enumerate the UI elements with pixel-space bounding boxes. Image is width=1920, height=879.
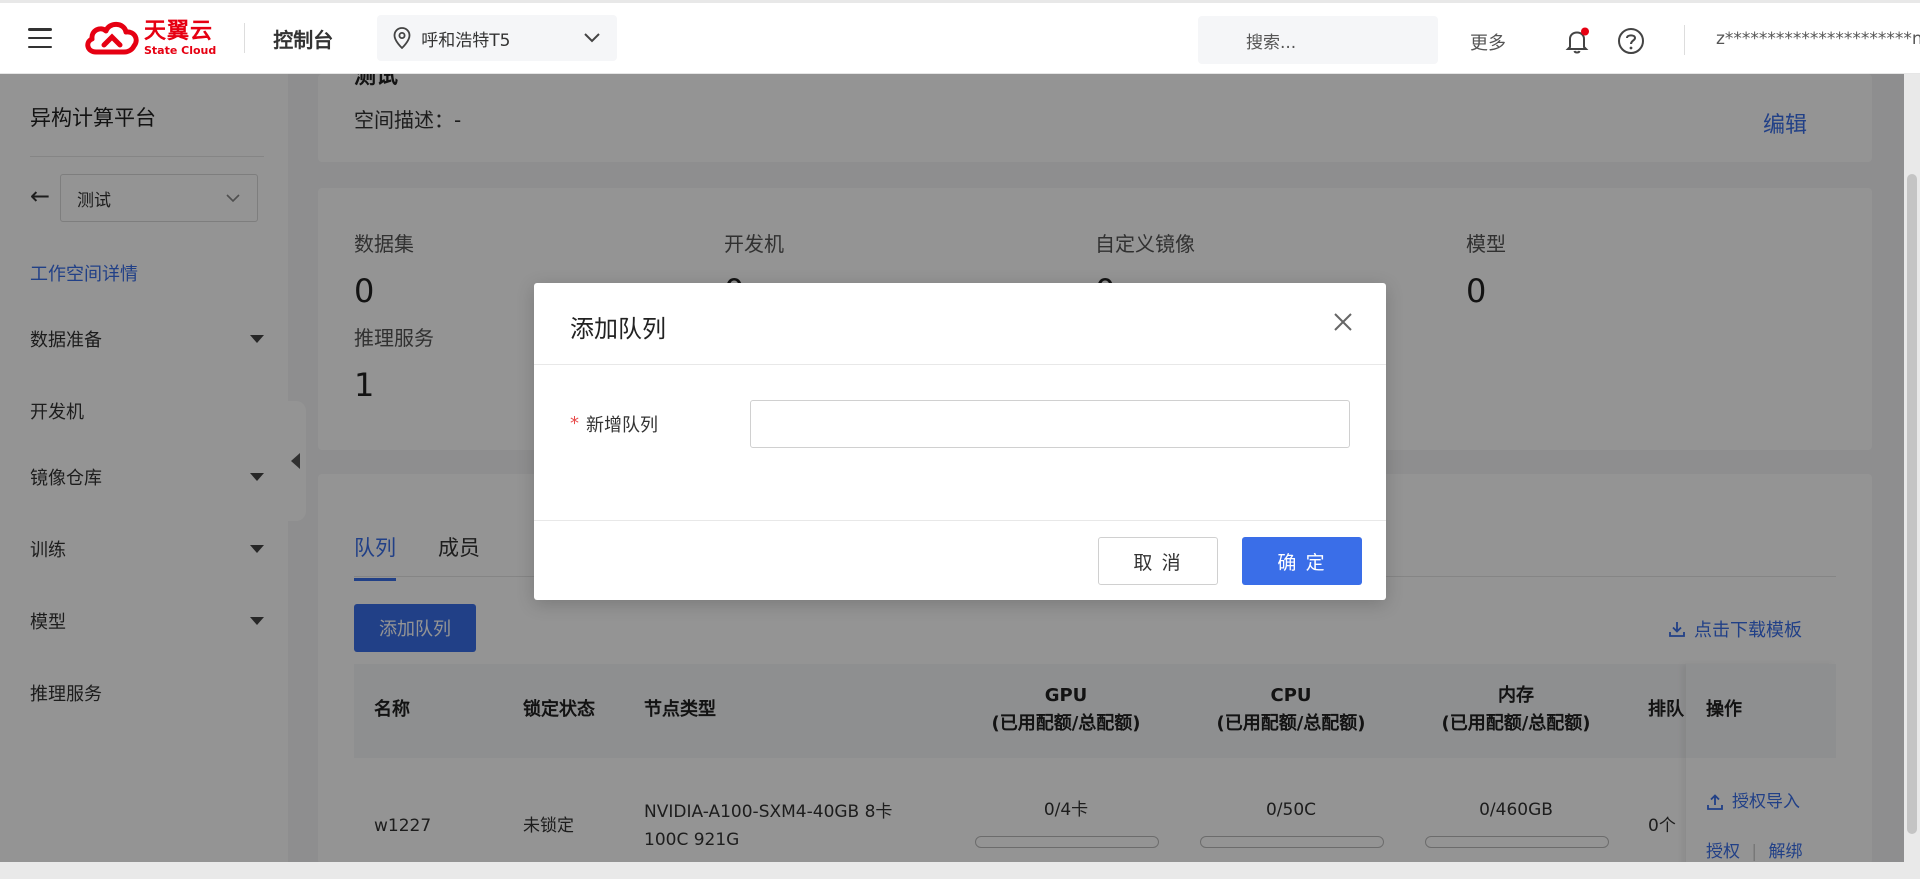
- header-divider-right: [1684, 25, 1685, 55]
- notification-bell-icon[interactable]: [1563, 27, 1591, 55]
- scrollbar-thumb[interactable]: [1907, 174, 1917, 834]
- cancel-button[interactable]: 取 消: [1098, 537, 1218, 585]
- console-link[interactable]: 控制台: [273, 24, 333, 53]
- logo-text-cn: 天翼云: [144, 18, 214, 44]
- new-queue-input[interactable]: [750, 400, 1350, 448]
- dialog-footer-divider: [534, 520, 1386, 521]
- required-asterisk: *: [570, 413, 579, 434]
- region-selector[interactable]: 呼和浩特T5: [377, 15, 618, 61]
- help-question-icon[interactable]: [1617, 27, 1645, 55]
- add-queue-dialog: 添加队列 * 新增队列 取 消 确 定: [534, 283, 1386, 600]
- location-pin-icon: [393, 27, 411, 49]
- hamburger-menu-icon[interactable]: [28, 28, 52, 48]
- confirm-button[interactable]: 确 定: [1242, 537, 1362, 585]
- top-navigation-bar: 天翼云 State Cloud 控制台 呼和浩特T5 搜索... 更多 z***…: [0, 0, 1920, 74]
- new-queue-label: 新增队列: [586, 415, 658, 436]
- dialog-header-divider: [534, 364, 1386, 365]
- logo-text-en: State Cloud: [144, 43, 217, 57]
- header-divider: [244, 23, 246, 53]
- cloud-logo-icon: [85, 21, 139, 55]
- region-label: 呼和浩特T5: [421, 30, 511, 51]
- vertical-scrollbar[interactable]: [1904, 74, 1920, 879]
- search-input[interactable]: 搜索...: [1198, 16, 1438, 64]
- more-menu[interactable]: 更多: [1470, 29, 1506, 55]
- chevron-down-icon: [584, 33, 600, 43]
- state-cloud-logo[interactable]: 天翼云 State Cloud: [82, 18, 216, 58]
- horizontal-scrollbar[interactable]: [0, 862, 1904, 879]
- dialog-title: 添加队列: [570, 315, 666, 343]
- close-icon[interactable]: [1332, 311, 1354, 333]
- user-account[interactable]: z**********************n: [1716, 29, 1920, 49]
